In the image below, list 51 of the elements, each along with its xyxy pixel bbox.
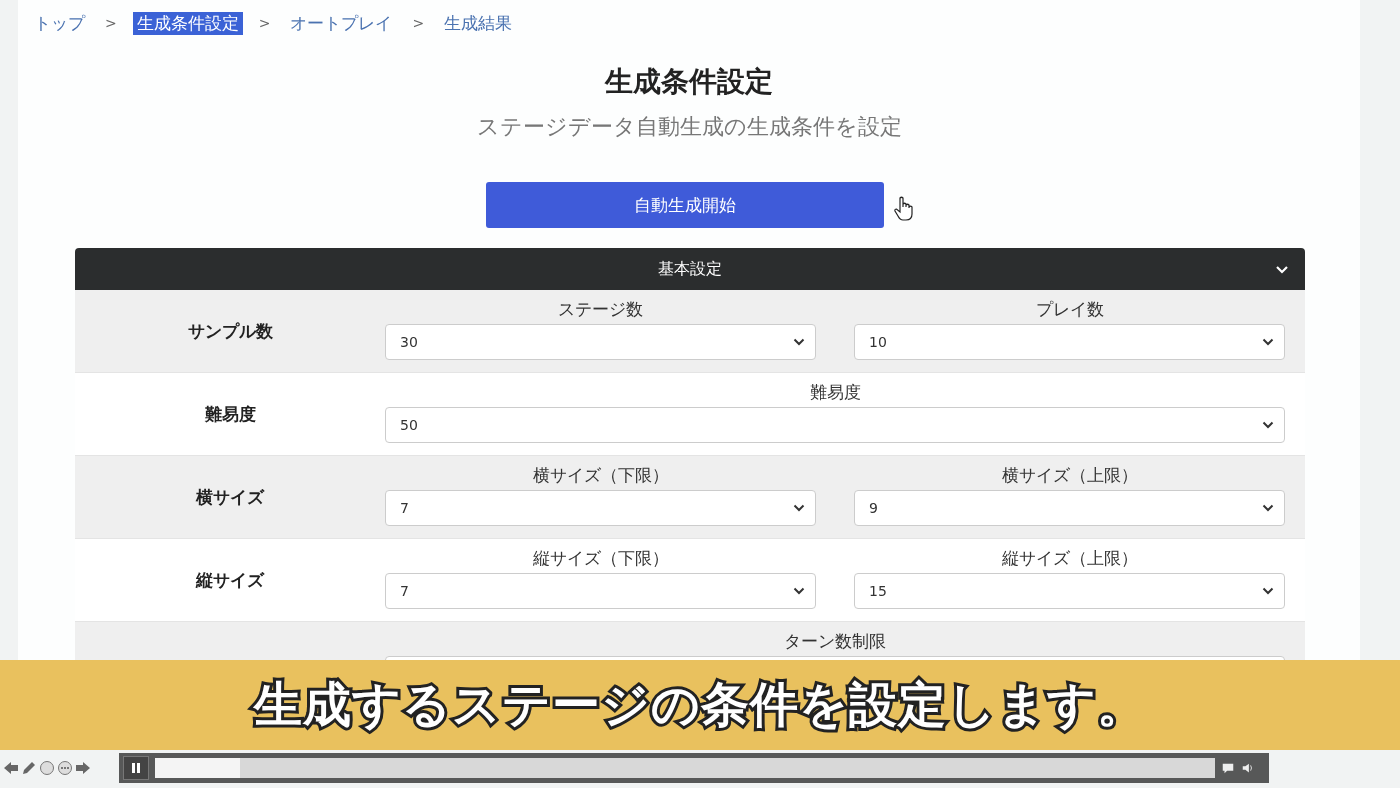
field-label: プレイ数 [1035, 298, 1104, 321]
select-field[interactable]: 9 [854, 490, 1285, 526]
page-title: 生成条件設定 [603, 64, 774, 100]
breadcrumb-link[interactable]: 生成結果 [440, 11, 517, 35]
select-field[interactable]: 7 [385, 573, 816, 609]
field-label: 縦サイズ（下限） [532, 547, 669, 570]
caret-icon [1262, 587, 1274, 595]
caret-icon [1262, 421, 1274, 429]
field-label: ターン数制限 [784, 630, 886, 653]
caret-icon [1262, 504, 1274, 512]
field-label: ステージ数 [558, 298, 643, 321]
select-field[interactable]: 10 [854, 324, 1285, 360]
caret-icon [793, 338, 805, 346]
caret-icon [793, 504, 805, 512]
breadcrumb-link[interactable]: オートプレイ [286, 11, 397, 35]
panel-title: 基本設定 [658, 258, 722, 280]
row-label: サンプル数 [187, 319, 273, 343]
row-label: 難易度 [204, 402, 256, 426]
forward-arrow-icon[interactable] [75, 760, 91, 776]
circle-icon[interactable] [39, 760, 55, 776]
chevron-icon[interactable] [1275, 265, 1289, 275]
pencil-icon[interactable] [21, 760, 37, 776]
field-label: 横サイズ（下限） [532, 464, 669, 487]
row-label: 横サイズ [196, 485, 264, 509]
progress-track[interactable] [155, 758, 1215, 778]
caption-text: 生成するステージの条件を設定します。 [254, 675, 1146, 734]
select-field[interactable]: 7 [385, 490, 816, 526]
caret-icon [1262, 338, 1274, 346]
field-label: 縦サイズ（上限） [1001, 547, 1138, 570]
panel-header[interactable]: 基本設定 [75, 248, 1305, 290]
field-label: 難易度 [809, 381, 861, 404]
more-icon[interactable] [57, 760, 73, 776]
row-label: 縦サイズ [196, 568, 264, 592]
pause-icon [131, 762, 141, 774]
breadcrumb-separator: > [412, 15, 425, 31]
caption-icon[interactable] [1221, 761, 1235, 775]
breadcrumb-separator: > [258, 15, 271, 31]
select-field[interactable]: 15 [854, 573, 1285, 609]
back-arrow-icon[interactable] [3, 760, 19, 776]
breadcrumb-link[interactable]: トップ [30, 11, 89, 35]
start-button[interactable]: 自動生成開始 [486, 182, 884, 228]
select-field[interactable]: 50 [385, 407, 1285, 443]
field-label: 横サイズ（上限） [1001, 464, 1138, 487]
caret-icon [793, 587, 805, 595]
volume-icon[interactable] [1241, 761, 1255, 775]
hand-cursor-icon [894, 196, 914, 222]
pause-button[interactable] [123, 756, 149, 780]
page-subtitle: ステージデータ自動生成の生成条件を設定 [475, 113, 903, 141]
breadcrumb-separator: > [105, 15, 117, 31]
breadcrumb-link[interactable]: 生成条件設定 [132, 11, 243, 35]
select-field[interactable]: 30 [385, 324, 816, 360]
